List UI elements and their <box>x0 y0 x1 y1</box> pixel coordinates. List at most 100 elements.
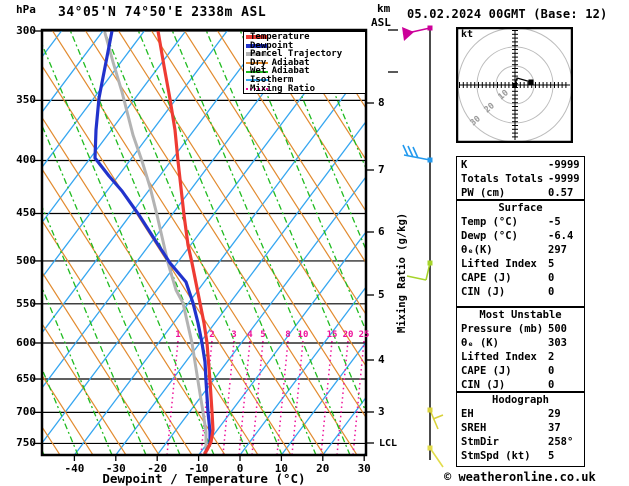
temperature-tick-label: -10 <box>188 462 209 475</box>
copyright: © weatheronline.co.uk <box>444 470 596 484</box>
mixing-ratio-line <box>276 340 289 454</box>
dry-adiabat-line <box>43 117 259 454</box>
mixing-ratio-label: 5 <box>260 330 266 340</box>
hodograph-storm-marker <box>528 79 534 85</box>
panel-row-label: SREH <box>461 422 487 434</box>
pressure-tick-label: 600 <box>16 335 36 349</box>
panel-row-value: 303 <box>548 337 567 349</box>
hodograph-ring-label: 30 <box>469 114 483 128</box>
indices-rows: K -9999 Totals Totals -9999 PW (cm) 0.57 <box>460 158 581 200</box>
pressure-tick-label: 500 <box>16 253 36 267</box>
hodograph-ring-label: 10 <box>497 88 511 102</box>
km-tick-label: 5 <box>378 288 385 301</box>
pressure-tick-label: 650 <box>16 372 36 385</box>
mixing-ratio-label: 15 <box>326 330 338 340</box>
indices-box: K -9999 Totals Totals -9999 PW (cm) 0.57 <box>456 156 585 200</box>
panel-row-label: PW (cm) <box>461 187 506 199</box>
panel-row-label: CIN (J) <box>461 286 506 298</box>
panel-row-label: CIN (J) <box>461 379 506 391</box>
wind-barb <box>429 447 444 468</box>
panel-row: θₑ(K) 297 <box>460 243 581 257</box>
panel-row-value: 500 <box>548 323 567 335</box>
km-tick-label: 6 <box>378 225 385 238</box>
panel-row: Temp (°C) -5 <box>460 215 581 229</box>
mixing-ratio-label: 8 <box>285 330 291 340</box>
surface-box-title: Surface <box>498 202 543 214</box>
pressure-tick-label: 400 <box>16 153 36 167</box>
mixing-ratio-label: 2 <box>209 330 215 340</box>
panel-row-label: Lifted Index <box>461 351 537 363</box>
wind-barb <box>429 409 439 430</box>
panel-row: SREH 37 <box>460 421 581 435</box>
temperature-tick-label: -20 <box>147 462 168 475</box>
panel-row: CAPE (J) 0 <box>460 364 581 378</box>
mixing-ratio-label: 25 <box>358 330 370 340</box>
station-title: 34°05'N 74°50'E 2338m ASL <box>58 5 267 20</box>
panel-row: CIN (J) 0 <box>460 285 581 299</box>
legend-label: Mixing Ratio <box>250 83 316 94</box>
panel-row-value: 0 <box>548 379 555 391</box>
mixing-ratio-label: 20 <box>342 330 354 340</box>
panel-row-value: 5 <box>548 450 555 462</box>
panel-row: PW (cm) 0.57 <box>460 186 581 200</box>
panel-row-value: 297 <box>548 244 567 256</box>
panel-row-value: 0 <box>548 272 555 284</box>
temperature-tick-label: 20 <box>316 462 330 475</box>
panel-row-label: θₑ(K) <box>461 244 493 256</box>
panel-row-label: EH <box>461 408 474 420</box>
skewt-sounding-page: hPa 34°05'N 74°50'E 2338m ASL km ASL 05.… <box>0 0 629 486</box>
temperature-tick-label: -30 <box>105 462 126 475</box>
panel-row: Lifted Index 2 <box>460 350 581 364</box>
panel-row: StmSpd (kt) 5 <box>460 449 581 463</box>
hodograph-unit-label: kt <box>461 29 474 40</box>
pressure-tick-label: 700 <box>16 405 36 419</box>
panel-row-label: K <box>461 159 468 171</box>
panel-row: CAPE (J) 0 <box>460 271 581 285</box>
km-tick-label: 3 <box>378 405 385 418</box>
mixing-ratio-label: 3 <box>231 330 237 340</box>
panel-row-value: 37 <box>548 422 561 434</box>
panel-row: K -9999 <box>460 158 581 172</box>
km-tick-label: 4 <box>378 353 385 366</box>
panel-row: θₑ (K) 303 <box>460 336 581 350</box>
panel-row-label: StmSpd (kt) <box>461 450 531 462</box>
panel-row-label: θₑ (K) <box>461 337 499 349</box>
panel-row: Pressure (mb) 500 <box>460 322 581 336</box>
temperature-tick-label: 0 <box>236 462 244 475</box>
panel-row: CIN (J) 0 <box>460 378 581 392</box>
panel-row-value: 29 <box>548 408 561 420</box>
wind-barb-tick <box>432 414 444 420</box>
pressure-tick-label: 350 <box>16 93 36 107</box>
panel-row-label: CAPE (J) <box>461 365 512 377</box>
surface-box: Surface Temp (°C) -5 Dewp (°C) -6.4 θₑ(K) 297… <box>456 200 585 307</box>
panel-row-value: 5 <box>548 258 555 270</box>
hodograph-box-title: Hodograph <box>492 394 549 406</box>
hodograph-rows: EH 29 SREH 37 StmDir 258° StmSpd (kt) 5 <box>460 407 581 463</box>
panel-row-label: Lifted Index <box>461 258 537 270</box>
hodograph-origin-marker <box>513 83 517 87</box>
temperature-trace <box>156 31 215 454</box>
temperature-tick-label: 10 <box>274 462 289 475</box>
wind-barb-tick <box>406 275 427 281</box>
surface-rows: Temp (°C) -5 Dewp (°C) -6.4 θₑ(K) 297 Lifted I… <box>460 215 581 299</box>
temperature-tick-label: 30 <box>357 462 371 475</box>
panel-row: Totals Totals -9999 <box>460 172 581 186</box>
pressure-axis-unit: hPa <box>16 3 36 16</box>
legend-item: Mixing Ratio <box>246 83 365 94</box>
wind-barb-tick <box>402 144 409 157</box>
panel-row-label: Dewp (°C) <box>461 230 518 242</box>
pressure-tick-label: 750 <box>16 436 36 450</box>
legend-box: Temperature Dewpoint Parcel Trajectory Dry … <box>243 31 366 94</box>
wind-barb-flag <box>402 27 414 41</box>
mixing-ratio-label: 4 <box>247 330 253 340</box>
hodograph-ring-label: 20 <box>483 101 497 115</box>
asl-label: ASL <box>371 16 391 29</box>
panel-row-value: -9999 <box>548 159 580 171</box>
panel-row-label: Temp (°C) <box>461 216 518 228</box>
hodograph-panel: 10 20 30 kt <box>456 27 573 143</box>
km-tick-label: 7 <box>378 163 385 176</box>
panel-row: EH 29 <box>460 407 581 421</box>
most-unstable-rows: Pressure (mb) 500 θₑ (K) 303 Lifted Index 2 CA… <box>460 322 581 392</box>
panel-row: Dewp (°C) -6.4 <box>460 229 581 243</box>
mixing-ratio-label: 1 <box>175 330 181 340</box>
